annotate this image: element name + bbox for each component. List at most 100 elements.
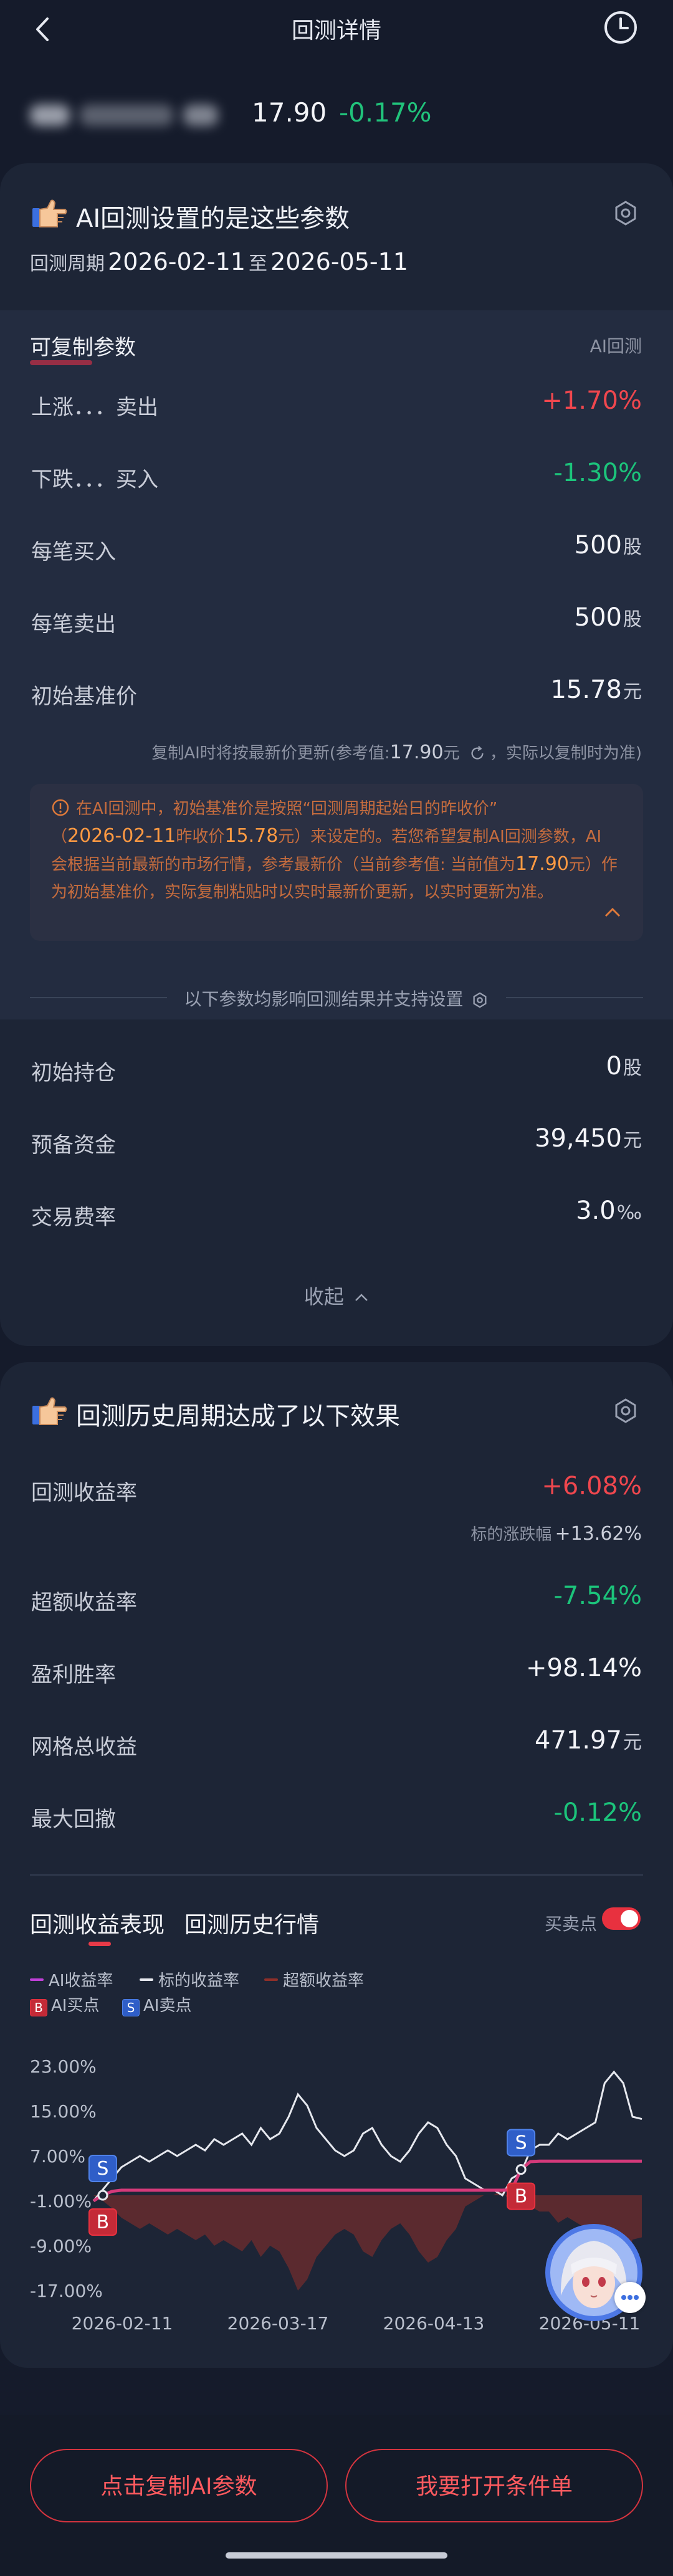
param-label-fee-rate: 交易费率 — [31, 1205, 116, 1230]
buy-point-marker[interactable]: B — [507, 2164, 536, 2210]
section-divider — [30, 1874, 643, 1876]
notice-text-1: 在AI回测中，初始基准价是按照“回测周期起始日的昨收价” — [76, 799, 498, 818]
reference-note: 复制AI时将按最新价更新(参考值:17.90元 ，实际以复制时为准) — [151, 740, 642, 763]
y-tick-label: -17.00% — [30, 2281, 103, 2301]
param-label-sell-each: 每笔卖出 — [31, 612, 116, 637]
notice-text-4: 会根据当前最新的市场行情，参考最新价（当前参考值: 当前值为 — [51, 856, 516, 874]
param-value-down-buy-text: -1.30% — [553, 459, 642, 487]
param-value-reserve-funds[interactable]: 39,450元 — [535, 1124, 642, 1153]
backtest-period: 回测周期 2026-02-11 至 2026-05-11 — [30, 248, 408, 275]
collapse-button[interactable]: 收起 — [0, 1281, 673, 1310]
param-value-fee-rate[interactable]: 3.0‰ — [576, 1196, 642, 1225]
param-unit-reserve-funds: 元 — [623, 1130, 642, 1152]
pointing-hand-icon — [32, 1397, 67, 1425]
series-ai-return-line — [92, 2159, 642, 2203]
period-to: 至 — [249, 253, 268, 275]
reference-note-b: ，实际以复制时为准) — [489, 744, 642, 763]
y-tick-label: -1.00% — [30, 2191, 92, 2211]
svg-text:B: B — [97, 2211, 110, 2233]
settings-card: AI回测设置的是这些参数 回测周期 2026-02-11 至 2026-05-1… — [0, 163, 673, 1346]
legend-sell-text: AI卖点 — [143, 1996, 192, 2015]
base-price-notice: 在AI回测中，初始基准价是按照“回测周期起始日的昨收价” （2026-02-11… — [30, 784, 643, 941]
result-value-grid-profit: 471.97元 — [535, 1726, 642, 1755]
param-label-buy-each: 每笔买入 — [31, 540, 116, 565]
copy-params-text: 可复制参数 — [30, 335, 136, 360]
warning-icon — [52, 799, 69, 816]
benchmark-label: 标的涨跌幅 — [470, 1525, 552, 1544]
x-tick-label: 2026-02-11 — [72, 2313, 173, 2334]
param-value-up-sell-text: +1.70% — [542, 386, 642, 415]
result-value-max-drawdown: -0.12% — [553, 1798, 642, 1827]
param-value-sell-each[interactable]: 500股 — [575, 603, 642, 632]
legend-sell-glyph: S — [122, 1999, 140, 2016]
x-tick-label: 2026-04-13 — [383, 2313, 485, 2334]
chat-bubble-icon[interactable] — [614, 2282, 646, 2313]
param-value-up-sell[interactable]: +1.70% — [542, 386, 642, 415]
notice-text-6: 为初始基准价，实际复制粘贴时以实时最新价更新，以实时更新为准。 — [51, 883, 554, 902]
param-label-init-position: 初始持仓 — [31, 1061, 116, 1085]
result-label-max-drawdown: 最大回撤 — [31, 1807, 116, 1832]
result-label-grid-profit: 网格总收益 — [31, 1735, 137, 1760]
stock-change: -0.17% — [339, 97, 432, 128]
param-value-buy-each[interactable]: 500股 — [575, 531, 642, 560]
legend-buy-text: AI买点 — [51, 1996, 100, 2015]
pointing-hand-icon — [32, 199, 67, 227]
home-indicator — [226, 2552, 447, 2559]
result-card-title: 回测历史周期达成了以下效果 — [76, 1402, 400, 1431]
period-start: 2026-02-11 — [108, 248, 246, 275]
param-value-reserve-funds-text: 39,450 — [535, 1124, 622, 1153]
settings-small-icon[interactable] — [471, 991, 489, 1009]
open-condition-order-button[interactable]: 我要打开条件单 — [345, 2449, 643, 2522]
collapse-label: 收起 — [303, 1285, 344, 1309]
param-label-down-buy: 下跌．．．买入 — [31, 467, 158, 492]
settings-gear-icon[interactable] — [612, 1397, 639, 1424]
notice-text-3: 元）来设定的。若您希望复制AI回测参数，AI — [278, 828, 602, 846]
toggle-knob — [621, 1910, 638, 1927]
legend-buy-glyph: B — [30, 1999, 47, 2016]
benchmark-row: 标的涨跌幅 +13.62% — [470, 1522, 642, 1545]
grid-profit-text: 471.97 — [535, 1726, 622, 1755]
param-label-reserve-funds: 预备资金 — [31, 1133, 116, 1158]
tab-history-market[interactable]: 回测历史行情 — [184, 1907, 319, 1939]
chevron-up-icon[interactable] — [603, 906, 622, 918]
legend-stock-return: 标的收益率 — [140, 1968, 239, 1991]
series-stock-return-line — [92, 2070, 642, 2202]
param-value-fee-rate-text: 3.0 — [576, 1196, 616, 1225]
assistant-avatar[interactable] — [542, 2221, 646, 2324]
notice-text-2: 昨收价 — [176, 828, 225, 846]
refresh-icon[interactable] — [469, 745, 486, 762]
legend-ai-return-text: AI收益率 — [49, 1972, 113, 1990]
copy-ai-params-button[interactable]: 点击复制AI参数 — [30, 2449, 328, 2522]
settings-card-title: AI回测设置的是这些参数 — [76, 204, 350, 233]
y-tick-label: 23.00% — [30, 2056, 97, 2077]
stock-name-blurred — [30, 100, 229, 127]
trade-points-label: 买卖点 — [545, 1914, 598, 1934]
param-value-down-buy[interactable]: -1.30% — [553, 459, 642, 487]
svg-text:B: B — [515, 2186, 528, 2208]
param-value-base-price[interactable]: 15.78元 — [550, 675, 642, 704]
trade-points-toggle[interactable] — [602, 1907, 641, 1930]
chevron-up-small-icon — [355, 1294, 368, 1301]
reference-note-value: 17.90 — [389, 742, 444, 763]
bottom-action-bar: 点击复制AI参数 我要打开条件单 — [0, 2415, 673, 2576]
history-clock-icon[interactable] — [602, 9, 639, 46]
param-value-base-price-text: 15.78 — [550, 675, 622, 704]
y-tick-label: 15.00% — [30, 2101, 97, 2122]
notice-ref: 17.90 — [515, 853, 569, 875]
settings-gear-icon[interactable] — [612, 199, 639, 227]
param-unit-base-price: 元 — [623, 681, 642, 703]
legend-sell-point: S AI卖点 — [122, 1993, 191, 2016]
divider-text: 以下参数均影响回测结果并支持设置 — [184, 989, 464, 1009]
param-unit-buy-each: 股 — [623, 537, 642, 558]
param-value-init-position[interactable]: 0股 — [606, 1052, 642, 1080]
param-unit-sell-each: 股 — [623, 609, 642, 631]
reference-note-unit: 元 — [443, 744, 460, 763]
legend-stock-return-text: 标的收益率 — [158, 1972, 240, 1990]
result-value-return: +6.08% — [542, 1472, 642, 1500]
y-tick-label: -9.00% — [30, 2236, 92, 2256]
tab-backtest-performance[interactable]: 回测收益表现 — [30, 1907, 165, 1939]
notice-price: 15.78 — [224, 825, 279, 847]
result-value-winrate: +98.14% — [525, 1654, 642, 1682]
legend-ai-return: AI收益率 — [30, 1968, 113, 1991]
copyable-params-section: 可复制参数 AI回测 上涨．．．卖出 +1.70% 下跌．．．买入 -1.30%… — [0, 310, 673, 1019]
